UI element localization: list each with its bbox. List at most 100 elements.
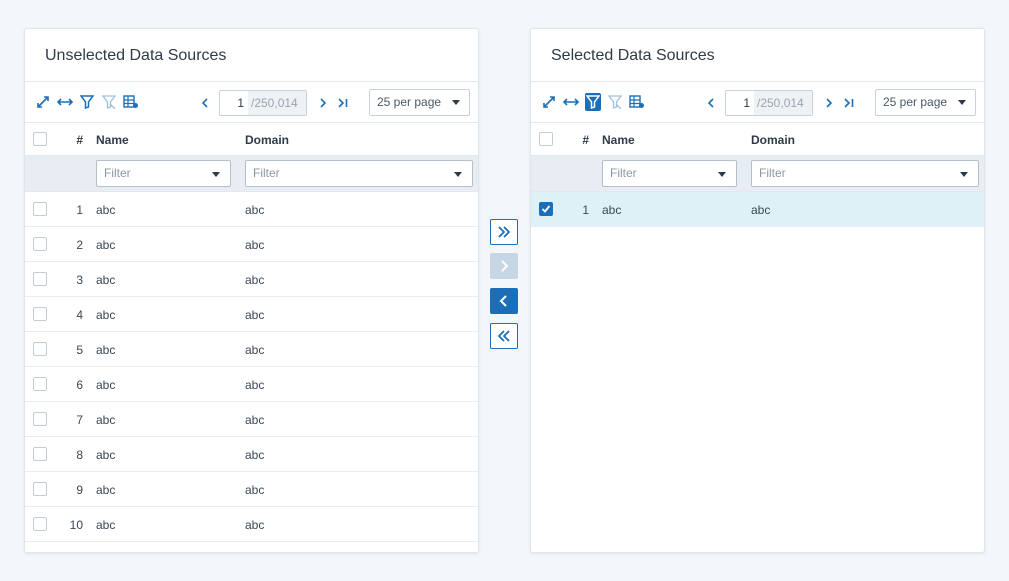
table-row[interactable]: 8 abc abc	[25, 437, 478, 472]
grid-toolbar: 1 /250,014 25 per page	[531, 82, 984, 123]
table-row[interactable]: 5 abc abc	[25, 332, 478, 367]
checkmark-icon	[541, 205, 551, 213]
table-row[interactable]: 6 abc abc	[25, 367, 478, 402]
row-number: 4	[76, 308, 83, 322]
row-number: 7	[76, 413, 83, 427]
row-name: abc	[96, 308, 116, 322]
selected-panel: Selected Data Sources 1 /250,014 25 per …	[530, 28, 985, 553]
fit-columns-icon[interactable]	[563, 93, 579, 111]
move-left-button[interactable]	[490, 288, 518, 314]
select-all-checkbox[interactable]	[539, 132, 553, 146]
filter-placeholder: Filter	[759, 166, 786, 180]
row-domain: abc	[245, 378, 265, 392]
grid-header: # Name Domain	[531, 123, 984, 156]
page-current[interactable]: 1	[726, 96, 754, 110]
row-checkbox[interactable]	[33, 237, 47, 251]
row-number: 1	[582, 203, 589, 217]
row-number: 2	[76, 238, 83, 252]
per-page-value: 25 per page	[377, 95, 442, 109]
grid-settings-icon[interactable]	[629, 93, 645, 111]
page-total: /250,014	[754, 90, 812, 115]
double-chevron-right-icon	[498, 226, 511, 238]
row-domain: abc	[245, 273, 265, 287]
column-header-name[interactable]: Name	[602, 133, 635, 147]
row-number: 1	[76, 203, 83, 217]
next-page-icon[interactable]	[313, 90, 333, 116]
per-page-select[interactable]: 25 per page	[875, 89, 976, 116]
row-name: abc	[96, 483, 116, 497]
column-header-name[interactable]: Name	[96, 133, 129, 147]
row-checkbox[interactable]	[33, 447, 47, 461]
domain-filter-select[interactable]: Filter	[751, 160, 979, 187]
prev-page-icon[interactable]	[195, 90, 215, 116]
table-row[interactable]: 1 abc abc	[25, 192, 478, 227]
last-page-icon[interactable]	[333, 90, 353, 116]
table-row[interactable]: 10 abc abc	[25, 507, 478, 542]
name-filter-select[interactable]: Filter	[602, 160, 737, 187]
row-checkbox[interactable]	[539, 202, 553, 216]
expand-icon[interactable]	[541, 93, 557, 111]
row-domain: abc	[245, 343, 265, 357]
column-header-number: #	[76, 133, 83, 147]
table-row[interactable]: 7 abc abc	[25, 402, 478, 437]
chevron-down-icon	[452, 100, 460, 105]
row-name: abc	[96, 518, 116, 532]
page-total: /250,014	[248, 90, 306, 115]
select-all-checkbox[interactable]	[33, 132, 47, 146]
expand-icon[interactable]	[35, 93, 51, 111]
clear-filter-icon[interactable]	[607, 93, 623, 111]
chevron-right-icon	[501, 260, 509, 272]
column-header-number: #	[582, 133, 589, 147]
row-number: 10	[69, 518, 83, 532]
table-row[interactable]: 9 abc abc	[25, 472, 478, 507]
move-all-right-button[interactable]	[490, 219, 518, 245]
row-number: 3	[76, 273, 83, 287]
filter-icon[interactable]	[79, 93, 95, 111]
filter-icon[interactable]	[585, 93, 601, 111]
prev-page-icon[interactable]	[701, 90, 721, 116]
row-checkbox[interactable]	[33, 517, 47, 531]
row-number: 9	[76, 483, 83, 497]
row-domain: abc	[751, 203, 771, 217]
table-row[interactable]: 2 abc abc	[25, 227, 478, 262]
chevron-left-icon	[499, 295, 507, 307]
grid-settings-icon[interactable]	[123, 93, 139, 111]
row-checkbox[interactable]	[33, 412, 47, 426]
column-header-domain[interactable]: Domain	[751, 133, 795, 147]
chevron-down-icon	[212, 172, 220, 177]
table-row[interactable]: 4 abc abc	[25, 297, 478, 332]
pager: 1 /250,014 25 per page	[195, 89, 470, 116]
last-page-icon[interactable]	[839, 90, 859, 116]
row-checkbox[interactable]	[33, 307, 47, 321]
page-number-input[interactable]: 1 /250,014	[725, 89, 813, 116]
table-row[interactable]: 3 abc abc	[25, 262, 478, 297]
name-filter-select[interactable]: Filter	[96, 160, 231, 187]
page-current[interactable]: 1	[220, 96, 248, 110]
page-number-input[interactable]: 1 /250,014	[219, 89, 307, 116]
domain-filter-select[interactable]: Filter	[245, 160, 473, 187]
row-checkbox[interactable]	[33, 482, 47, 496]
clear-filter-icon[interactable]	[101, 93, 117, 111]
move-all-left-button[interactable]	[490, 323, 518, 349]
row-domain: abc	[245, 238, 265, 252]
column-header-domain[interactable]: Domain	[245, 133, 289, 147]
row-domain: abc	[245, 413, 265, 427]
unselected-panel: Unselected Data Sources 1 /250,014 25 pe…	[24, 28, 479, 553]
row-checkbox[interactable]	[33, 202, 47, 216]
next-page-icon[interactable]	[819, 90, 839, 116]
row-name: abc	[96, 448, 116, 462]
row-number: 5	[76, 343, 83, 357]
move-right-button[interactable]	[490, 253, 518, 279]
row-name: abc	[96, 413, 116, 427]
pager: 1 /250,014 25 per page	[701, 89, 976, 116]
row-checkbox[interactable]	[33, 377, 47, 391]
fit-columns-icon[interactable]	[57, 93, 73, 111]
per-page-select[interactable]: 25 per page	[369, 89, 470, 116]
chevron-down-icon	[958, 100, 966, 105]
chevron-down-icon	[718, 172, 726, 177]
row-checkbox[interactable]	[33, 342, 47, 356]
grid-body: 1 abc abc	[531, 192, 984, 227]
row-checkbox[interactable]	[33, 272, 47, 286]
table-row[interactable]: 1 abc abc	[531, 192, 984, 227]
chevron-down-icon	[454, 172, 462, 177]
